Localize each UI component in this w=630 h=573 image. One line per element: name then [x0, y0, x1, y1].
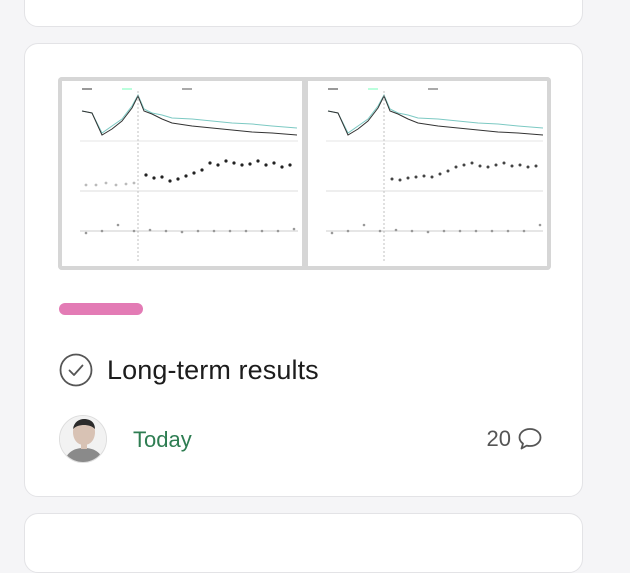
card-title[interactable]: Long-term results [107, 355, 319, 386]
next-card[interactable] [24, 513, 583, 573]
user-avatar-icon[interactable] [59, 415, 107, 463]
comments-link[interactable]: 20 [487, 426, 543, 452]
label-tag[interactable] [59, 303, 143, 315]
check-circle-icon[interactable] [59, 353, 93, 387]
date-label: Today [133, 427, 192, 452]
thumbnail-image[interactable] [58, 77, 551, 270]
comment-count: 20 [486, 426, 511, 451]
chat-bubble-icon [518, 428, 542, 450]
result-card[interactable]: Long-term results Today 20 [24, 43, 583, 497]
previous-card[interactable] [24, 0, 583, 27]
title-row: Long-term results [59, 352, 319, 388]
card-footer: Today 20 [59, 415, 549, 465]
